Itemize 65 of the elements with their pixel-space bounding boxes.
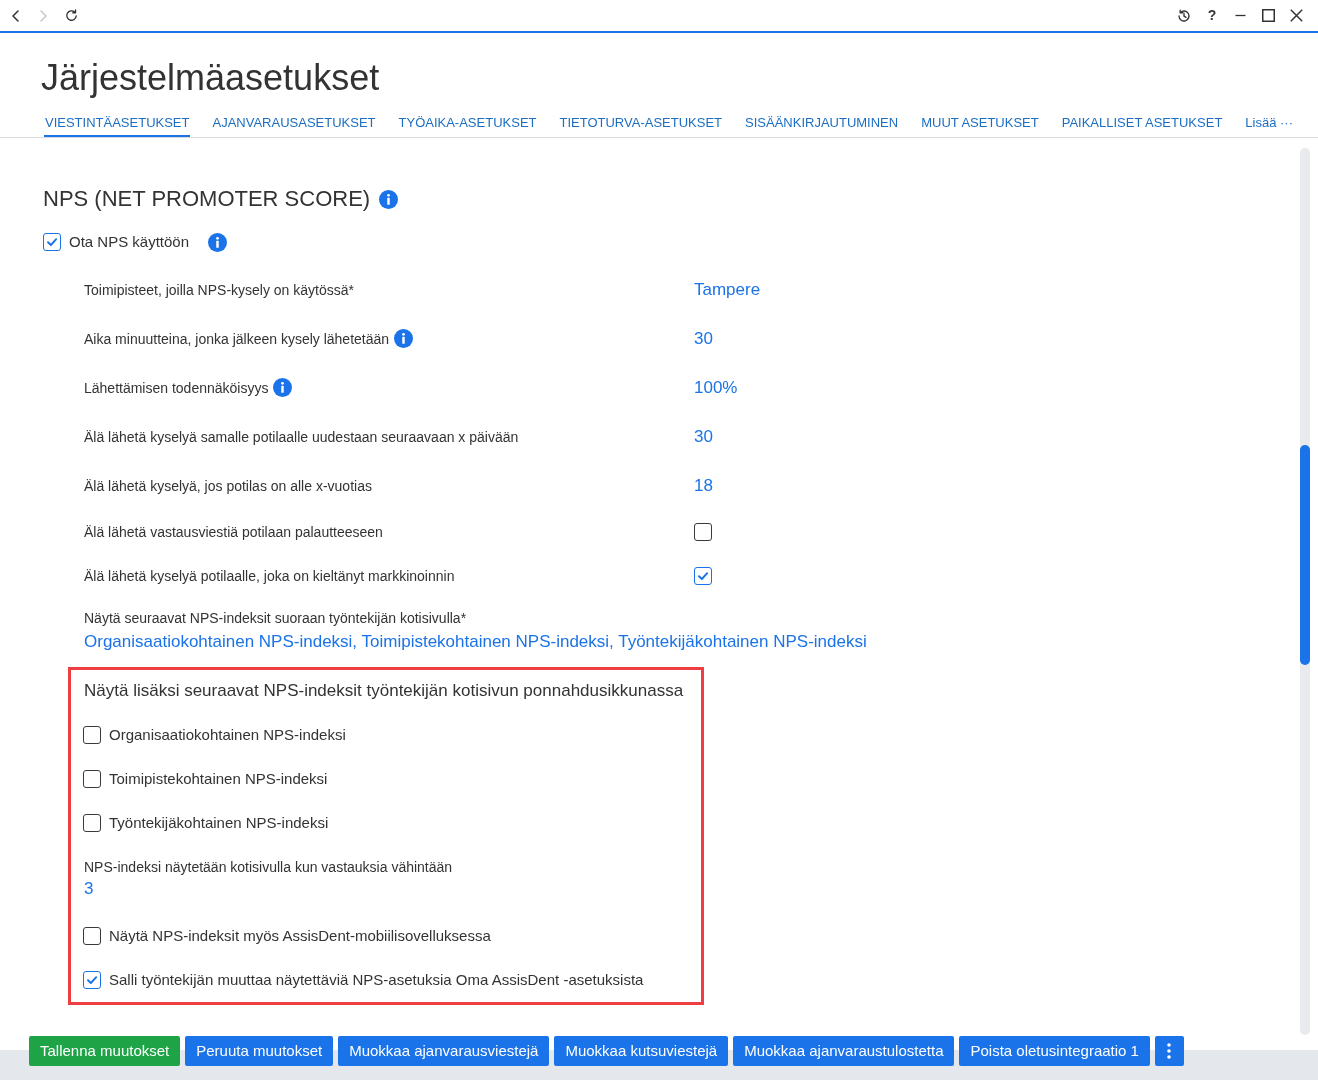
checkmark-icon xyxy=(46,236,58,248)
setting-label: Älä lähetä kyselyä potilaalle, joka on kieltänyt markkinoinnin xyxy=(84,567,455,586)
settings-tab[interactable]: SISÄÄNKIRJAUTUMINEN xyxy=(744,110,900,137)
action-button[interactable]: Muokkaa kutsuviestejä xyxy=(554,1036,729,1066)
checkmark-icon xyxy=(697,570,709,582)
scrollbar-thumb[interactable] xyxy=(1300,445,1310,665)
action-button[interactable]: Muokkaa ajanvarausviestejä xyxy=(338,1036,550,1066)
checkbox-label: Näytä NPS-indeksit myös AssisDent-mobiilisovelluksessa xyxy=(109,926,491,946)
setting-value[interactable]: 100% xyxy=(694,375,738,400)
section-title: NPS (NET PROMOTER SCORE) xyxy=(43,185,371,213)
chevron-left-icon xyxy=(11,9,19,22)
setting-label: Aika minuutteina, jonka jälkeen kysely lähetetään xyxy=(84,329,390,349)
setting-label: Näytä seuraavat NPS-indeksit suoraan työntekijän kotisivulla* xyxy=(84,609,467,628)
action-button[interactable]: Tallenna muutokset xyxy=(29,1036,181,1066)
settings-tab[interactable]: PAIKALLISET ASETUKSET xyxy=(1060,110,1224,137)
setting-label: Älä lähetä kyselyä samalle potilaalle uudestaan seuraavaan x päivään xyxy=(84,427,519,447)
maximize-icon xyxy=(1261,9,1275,22)
info-icon[interactable] xyxy=(208,232,228,252)
close-icon xyxy=(1289,9,1303,22)
info-icon[interactable] xyxy=(379,189,399,209)
setting-value[interactable]: 18 xyxy=(694,473,713,498)
checkbox[interactable] xyxy=(694,567,712,585)
setting-label: NPS-indeksi näytetään kotisivulla kun vastauksia vähintään xyxy=(84,858,453,877)
checkbox[interactable] xyxy=(83,814,101,832)
setting-label: Älä lähetä kyselyä, jos potilas on alle x-vuotias xyxy=(84,476,372,496)
action-button[interactable]: Muokkaa ajanvaraustulostetta xyxy=(733,1036,955,1066)
checkbox[interactable] xyxy=(43,233,61,251)
settings-tab[interactable]: Lisää ··· xyxy=(1244,110,1294,137)
checkbox[interactable] xyxy=(83,726,101,744)
help-button[interactable]: ? xyxy=(1198,1,1226,30)
checkbox-label: Salli työntekijän muuttaa näytettäviä NPS-asetuksia Oma AssisDent -asetuksista xyxy=(109,970,644,990)
checkbox[interactable] xyxy=(694,523,712,541)
checkbox-label: Ota NPS käyttöön xyxy=(69,232,190,252)
refresh-icon xyxy=(64,9,78,22)
setting-value[interactable]: 30 xyxy=(694,326,713,351)
settings-tab[interactable]: TYÖAIKA-ASETUKSET xyxy=(397,110,538,137)
setting-label: Älä lähetä vastausviestiä potilaan palautteeseen xyxy=(84,523,383,542)
checkbox[interactable] xyxy=(83,770,101,788)
page-title: Järjestelmäasetukset xyxy=(40,58,381,98)
setting-value[interactable]: 30 xyxy=(694,424,713,449)
scrollbar-track[interactable] xyxy=(1300,148,1310,1035)
checkmark-icon xyxy=(86,974,98,986)
checkbox[interactable] xyxy=(83,927,101,945)
settings-tab[interactable]: VIESTINTÄASETUKSET xyxy=(44,110,191,137)
settings-tab[interactable]: AJANVARAUSASETUKSET xyxy=(211,110,377,137)
settings-tab[interactable]: TIETOTURVA-ASETUKSET xyxy=(558,110,724,137)
more-button[interactable] xyxy=(1154,1036,1184,1066)
vertical-dots-icon xyxy=(1167,1043,1172,1059)
setting-label: Toimipisteet, joilla NPS-kysely on käytössä* xyxy=(84,280,354,300)
checkbox[interactable] xyxy=(83,971,101,989)
checkbox-label: Työntekijäkohtainen NPS-indeksi xyxy=(109,813,329,833)
checkbox-label: Organisaatiokohtainen NPS-indeksi xyxy=(109,725,346,745)
action-button[interactable]: Peruuta muutokset xyxy=(185,1036,334,1066)
chevron-right-icon xyxy=(39,9,47,22)
setting-value[interactable]: Tampere xyxy=(694,277,761,302)
info-icon[interactable] xyxy=(394,329,414,348)
setting-label: Lähettämisen todennäköisyys xyxy=(84,378,269,398)
checkbox-label: Toimipistekohtainen NPS-indeksi xyxy=(109,769,328,789)
action-button[interactable]: Poista oletusintegraatio 1 xyxy=(959,1036,1150,1066)
setting-value[interactable]: Organisaatiokohtainen NPS-indeksi, Toimipistekohtainen NPS-indeksi, Työntekijäkohtainen NPS-indeksi xyxy=(84,630,867,654)
info-icon[interactable] xyxy=(273,378,293,397)
setting-value[interactable]: 3 xyxy=(84,877,94,901)
history-icon xyxy=(1177,8,1191,23)
group-title: Näytä lisäksi seuraavat NPS-indeksit työntekijän kotisivun ponnahdusikkunassa xyxy=(83,680,684,702)
settings-tab[interactable]: MUUT ASETUKSET xyxy=(920,110,1040,137)
